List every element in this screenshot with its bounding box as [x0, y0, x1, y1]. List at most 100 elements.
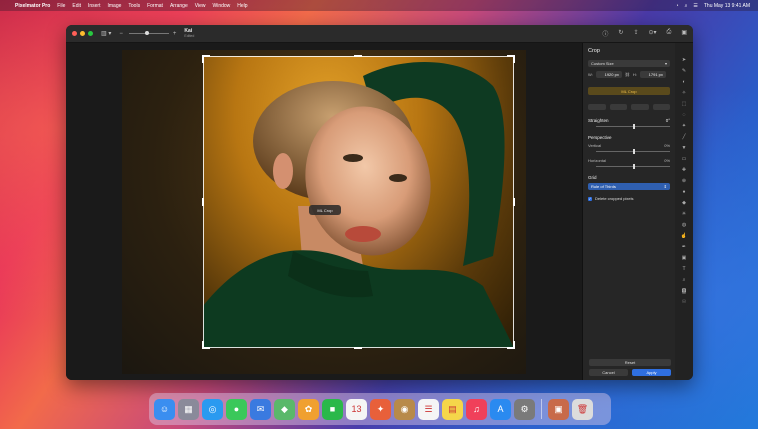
- crop-preset-value: Custom Size: [591, 61, 614, 66]
- paint-tool-icon[interactable]: ╱: [682, 134, 685, 140]
- reset-button[interactable]: Reset: [589, 359, 671, 366]
- arrange-tool-icon[interactable]: ➤: [682, 57, 686, 63]
- vertical-slider[interactable]: [596, 149, 670, 154]
- lasso-tool-icon[interactable]: ◌: [683, 112, 686, 118]
- safari-icon[interactable]: ◎: [202, 398, 223, 420]
- info-icon[interactable]: ⓘ: [602, 29, 608, 38]
- blur-tool-icon[interactable]: ●: [682, 189, 685, 195]
- retouch-tool-icon[interactable]: ✚: [682, 167, 686, 173]
- photos-icon[interactable]: ✿: [298, 398, 319, 420]
- delete-cropped-row[interactable]: ✓ Delete cropped pixels: [588, 196, 670, 201]
- smudge-tool-icon[interactable]: ☝: [681, 233, 687, 239]
- music-icon[interactable]: ♫: [466, 398, 487, 420]
- crop-handle-bottom[interactable]: [354, 347, 362, 349]
- maps-icon[interactable]: ◆: [274, 398, 295, 420]
- crop-handle-top-right[interactable]: [513, 55, 515, 63]
- type-tool-icon[interactable]: ◐: [682, 79, 685, 85]
- export-icon[interactable]: ⎙: [667, 29, 672, 38]
- erase-tool-icon[interactable]: ▭: [682, 156, 687, 162]
- menu-arrange[interactable]: Arrange: [170, 3, 188, 9]
- sidebar-toggle-icon[interactable]: ▥ ▾: [101, 30, 111, 37]
- flip-vertical-button[interactable]: [652, 104, 670, 110]
- width-field[interactable]: 1920 px: [595, 71, 622, 78]
- selection-tool-icon[interactable]: ⬚: [682, 101, 687, 107]
- menu-insert[interactable]: Insert: [88, 3, 101, 9]
- pen-tool-icon[interactable]: ✒: [682, 244, 686, 250]
- shapes-tool-icon[interactable]: ▣: [682, 255, 687, 261]
- messages-icon[interactable]: ●: [226, 398, 247, 420]
- menu-help[interactable]: Help: [237, 3, 247, 9]
- magic-wand-tool-icon[interactable]: ✦: [682, 123, 686, 129]
- pixelmator-icon[interactable]: ✦: [370, 398, 391, 420]
- grid-select[interactable]: Rule of Thirds ⇕: [588, 183, 670, 190]
- crop-handle-left[interactable]: [202, 198, 204, 206]
- calendar-icon[interactable]: 13: [346, 398, 367, 420]
- wifi-icon[interactable]: ◔: [676, 3, 679, 9]
- menu-format[interactable]: Format: [147, 3, 163, 9]
- rotate-left-button[interactable]: [588, 104, 606, 110]
- fill-tool-icon[interactable]: ▼: [682, 145, 687, 151]
- menu-view[interactable]: View: [195, 3, 206, 9]
- zoom-tool-icon[interactable]: ⌕: [683, 277, 686, 283]
- notes-icon[interactable]: ▤: [442, 398, 463, 420]
- clone-tool-icon[interactable]: ⊕: [682, 178, 686, 184]
- eyedropper-tool-icon[interactable]: ☉: [682, 299, 686, 305]
- text-tool-icon[interactable]: T: [682, 266, 685, 272]
- app-store-icon[interactable]: A: [490, 398, 511, 420]
- height-field[interactable]: 1791 px: [639, 71, 666, 78]
- share-icon[interactable]: ⇪: [633, 29, 638, 38]
- menu-edit[interactable]: Edit: [72, 3, 81, 9]
- sponge-tool-icon[interactable]: ◍: [682, 222, 686, 228]
- trash-icon[interactable]: 🗑: [572, 398, 593, 420]
- flip-horizontal-button[interactable]: [631, 104, 649, 110]
- zoom-slider[interactable]: [128, 31, 169, 35]
- menu-tools[interactable]: Tools: [128, 3, 140, 9]
- mail-icon[interactable]: ✉: [250, 398, 271, 420]
- cancel-button[interactable]: Cancel: [589, 369, 628, 376]
- pixelmator-window: ▥ ▾ − + Kai Edited ⓘ ↻ ⇪ ⊙▾ ⎙ ▣ ML Crop …: [66, 25, 693, 380]
- delete-cropped-checkbox[interactable]: ✓: [588, 196, 592, 201]
- rotate-right-button[interactable]: [609, 104, 627, 110]
- rotate-icon[interactable]: ↻: [618, 29, 623, 38]
- contacts-icon[interactable]: ◉: [394, 398, 415, 420]
- crop-handle-right[interactable]: [513, 198, 515, 206]
- zoom-out-icon[interactable]: −: [119, 31, 123, 37]
- apply-button[interactable]: Apply: [632, 369, 671, 376]
- crop-frame[interactable]: [203, 56, 514, 348]
- menu-app-name[interactable]: Pixelmator Pro: [15, 3, 50, 9]
- menu-image[interactable]: Image: [108, 3, 122, 9]
- link-icon[interactable]: ⛓: [625, 72, 630, 77]
- crop-tool-icon[interactable]: ⊡: [681, 288, 687, 294]
- facetime-icon[interactable]: ■: [322, 398, 343, 420]
- menu-window[interactable]: Window: [212, 3, 230, 9]
- sharpen-tool-icon[interactable]: ◆: [682, 200, 686, 206]
- control-center-icon[interactable]: ☰: [693, 3, 697, 9]
- photo-folder-icon[interactable]: ▣: [548, 398, 569, 420]
- image-canvas[interactable]: ML Crop: [66, 43, 582, 380]
- zoom-button[interactable]: [88, 31, 93, 36]
- perspective-label: Perspective: [588, 135, 612, 140]
- search-icon[interactable]: ⌕: [685, 3, 688, 9]
- reminders-icon[interactable]: ☰: [418, 398, 439, 420]
- launchpad-icon[interactable]: ▦: [178, 398, 199, 420]
- finder-icon[interactable]: ☺: [154, 398, 175, 420]
- crop-handle-bottom-left[interactable]: [202, 341, 204, 349]
- sidebar-right-icon[interactable]: ▣: [681, 29, 687, 38]
- more-options-icon[interactable]: ⊙▾: [648, 29, 656, 38]
- effects-tool-icon[interactable]: ✧: [682, 90, 686, 96]
- crop-handle-top[interactable]: [354, 55, 362, 57]
- close-button[interactable]: [72, 31, 77, 36]
- straighten-slider[interactable]: [596, 124, 670, 129]
- menu-file[interactable]: File: [57, 3, 65, 9]
- zoom-in-icon[interactable]: +: [173, 31, 177, 37]
- crop-handle-top-left[interactable]: [202, 55, 204, 63]
- crop-handle-bottom-right[interactable]: [513, 341, 515, 349]
- style-tool-icon[interactable]: ✎: [682, 68, 686, 74]
- color-adjust-tool-icon[interactable]: ☀: [682, 211, 686, 217]
- menubar-clock[interactable]: Thu May 13 9:41 AM: [704, 3, 750, 9]
- ml-crop-button[interactable]: ML Crop: [588, 87, 670, 95]
- crop-preset-select[interactable]: Custom Size ▾: [588, 60, 670, 67]
- minimize-button[interactable]: [80, 31, 85, 36]
- system-preferences-icon[interactable]: ⚙: [514, 398, 535, 420]
- horizontal-slider[interactable]: [596, 164, 670, 169]
